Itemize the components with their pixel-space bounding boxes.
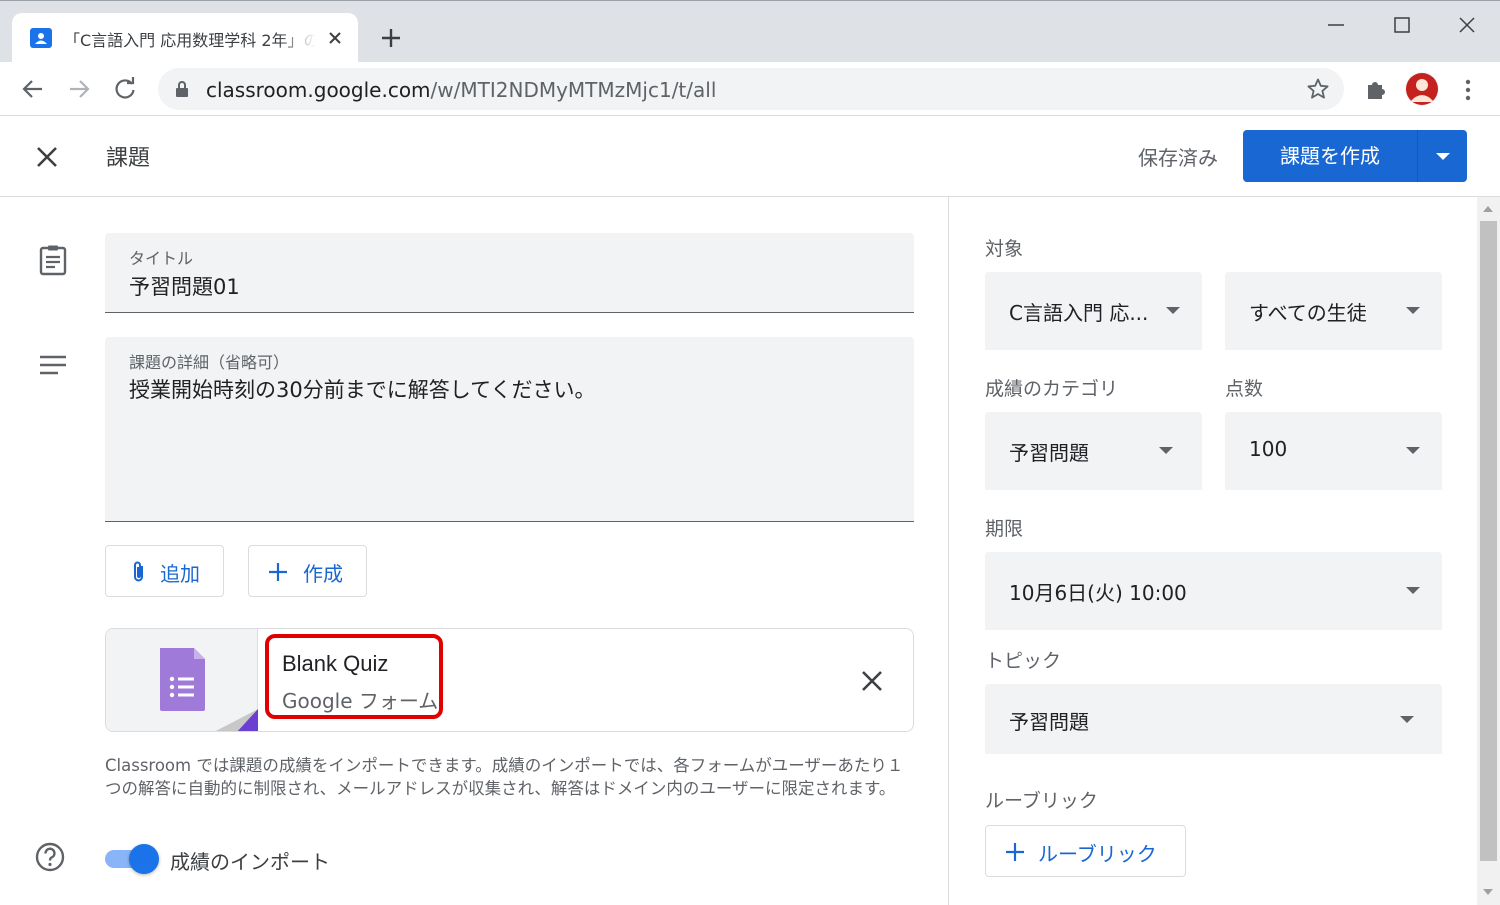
- bookmark-star-icon[interactable]: [1306, 77, 1330, 101]
- remove-attachment-icon[interactable]: [858, 667, 886, 695]
- maximize-icon[interactable]: [1388, 11, 1416, 39]
- target-label: 対象: [985, 238, 1024, 260]
- saved-status: 保存済み: [1138, 146, 1218, 170]
- details-field[interactable]: 課題の詳細（省略可） 授業開始時刻の30分前までに解答してください。: [105, 337, 914, 522]
- due-date-value: 10月6日(火) 10:00: [1009, 581, 1187, 605]
- add-attachment-button[interactable]: 追加: [105, 545, 224, 597]
- chevron-down-icon: [1166, 307, 1180, 314]
- browser-toolbar: classroom.google.com/w/MTI2NDMyMTMzMjc1/…: [0, 62, 1500, 116]
- create-assignment-button[interactable]: 課題を作成: [1243, 130, 1417, 182]
- chevron-down-icon: [1159, 447, 1173, 454]
- points-value: 100: [1249, 437, 1288, 461]
- close-icon[interactable]: [30, 140, 64, 174]
- chevron-down-icon: [1406, 447, 1420, 454]
- chevron-down-icon: [1406, 587, 1420, 594]
- lock-icon: [174, 80, 190, 98]
- topic-label: トピック: [985, 650, 1062, 672]
- highlight-annotation: [265, 634, 443, 719]
- chevron-down-icon: [1406, 307, 1420, 314]
- details-field-label: 課題の詳細（省略可）: [129, 353, 290, 372]
- due-label: 期限: [985, 518, 1024, 540]
- toggle-knob: [129, 844, 159, 874]
- create-material-button[interactable]: 作成: [248, 545, 367, 597]
- grade-category-label: 成績のカテゴリ: [985, 378, 1119, 400]
- create-button-label: 作成: [303, 562, 343, 586]
- scroll-down-icon[interactable]: [1483, 889, 1493, 895]
- paperclip-icon: [128, 560, 150, 584]
- pane-divider: [948, 197, 949, 905]
- browser-tab[interactable]: 「C言語入門 応用数理学科 2年」の: [12, 13, 358, 63]
- reload-icon[interactable]: [111, 75, 139, 103]
- attachment-card[interactable]: Blank Quiz Google フォーム: [105, 628, 914, 732]
- create-options-dropdown[interactable]: [1417, 130, 1467, 182]
- grade-import-toggle[interactable]: [105, 844, 159, 874]
- classroom-favicon-icon: [30, 28, 52, 48]
- profile-avatar[interactable]: [1405, 72, 1439, 106]
- address-bar[interactable]: classroom.google.com/w/MTI2NDMyMTMzMjc1/…: [158, 68, 1344, 110]
- back-arrow-icon[interactable]: [19, 75, 47, 103]
- url-text: classroom.google.com/w/MTI2NDMyMTMzMjc1/…: [206, 78, 716, 102]
- browser-tab-bar: 「C言語入門 応用数理学科 2年」の: [0, 0, 1500, 63]
- help-icon[interactable]: [34, 841, 66, 873]
- chevron-down-icon: [1400, 716, 1414, 723]
- title-input[interactable]: 予習問題01: [129, 271, 240, 301]
- tab-title: 「C言語入門 応用数理学科 2年」の: [64, 31, 316, 50]
- assignment-header: 課題 保存済み 課題を作成: [0, 116, 1500, 197]
- scrollbar[interactable]: [1477, 197, 1500, 905]
- minimize-icon[interactable]: [1322, 11, 1350, 39]
- grade-category-value: 予習問題: [1009, 441, 1089, 465]
- topic-select[interactable]: 予習問題: [985, 684, 1442, 754]
- rubric-label: ルーブリック: [985, 790, 1098, 812]
- grade-import-label: 成績のインポート: [170, 850, 330, 874]
- browser-menu-icon[interactable]: [1456, 76, 1480, 104]
- class-select-value: C言語入門 応...: [1009, 301, 1149, 325]
- details-textarea[interactable]: 授業開始時刻の30分前までに解答してください。: [129, 374, 595, 404]
- assignment-clipboard-icon: [36, 243, 70, 277]
- description-lines-icon: [36, 348, 70, 382]
- add-button-label: 追加: [160, 562, 200, 586]
- chevron-down-icon: [1436, 153, 1450, 160]
- tab-close-icon[interactable]: [324, 27, 346, 49]
- plus-icon: [267, 560, 289, 584]
- new-tab-icon[interactable]: [378, 25, 404, 51]
- topic-value: 予習問題: [1009, 710, 1089, 734]
- title-field-label: タイトル: [129, 249, 194, 268]
- points-label: 点数: [1225, 378, 1264, 400]
- plus-icon: [1004, 840, 1026, 864]
- students-select[interactable]: すべての生徒: [1225, 272, 1442, 350]
- window-close-icon[interactable]: [1453, 11, 1481, 39]
- attachment-thumbnail: [106, 629, 258, 731]
- class-select[interactable]: C言語入門 応...: [985, 272, 1202, 350]
- add-rubric-button[interactable]: ルーブリック: [985, 825, 1186, 877]
- rubric-button-label: ルーブリック: [1038, 842, 1157, 866]
- grade-import-notice: Classroom では課題の成績をインポートできます。成績のインポートでは、各…: [105, 756, 904, 798]
- google-forms-icon: [160, 648, 258, 731]
- url-path: /w/MTI2NDMyMTMzMjc1/t/all: [430, 78, 717, 102]
- due-date-select[interactable]: 10月6日(火) 10:00: [985, 552, 1442, 630]
- url-domain: classroom.google.com: [206, 78, 431, 102]
- title-field[interactable]: タイトル 予習問題01: [105, 233, 914, 313]
- forward-arrow-icon[interactable]: [65, 75, 93, 103]
- page-title: 課題: [106, 146, 151, 171]
- students-select-value: すべての生徒: [1249, 301, 1367, 325]
- scroll-up-icon[interactable]: [1483, 206, 1493, 212]
- points-select[interactable]: 100: [1225, 412, 1442, 490]
- grade-category-select[interactable]: 予習問題: [985, 412, 1202, 490]
- scrollbar-thumb[interactable]: [1480, 221, 1497, 861]
- extensions-puzzle-icon[interactable]: [1362, 76, 1390, 104]
